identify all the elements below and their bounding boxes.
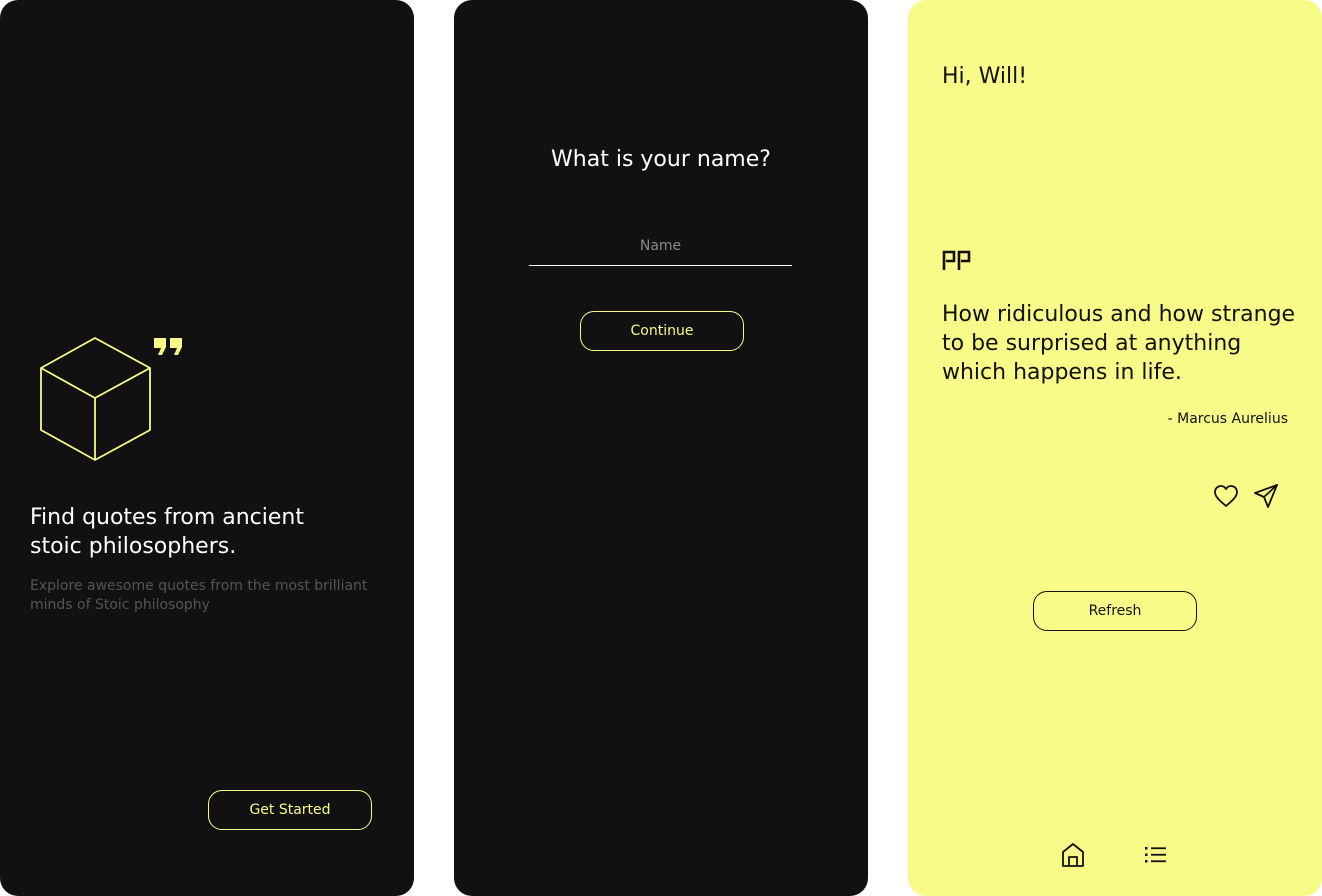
nav-home-button[interactable] [1059,841,1087,869]
continue-button[interactable]: Continue [580,311,744,351]
nav-list-button[interactable] [1142,841,1170,869]
quote-author: - Marcus Aurelius [1167,411,1288,427]
onboarding-screen: Find quotes from ancient stoic philosoph… [0,0,414,896]
onboarding-title: Find quotes from ancient stoic philosoph… [30,505,304,559]
get-started-button[interactable]: Get Started [208,790,372,830]
heart-icon [1214,485,1238,507]
home-screen: Hi, Will! How ridiculous and how strange… [908,0,1322,896]
name-screen-title: What is your name? [551,147,771,172]
cube-illustration [36,330,196,474]
home-icon [1062,843,1084,867]
list-icon [1145,847,1166,863]
send-icon [1254,484,1278,508]
cube-icon [40,337,182,461]
like-button[interactable] [1212,482,1240,510]
name-input[interactable] [529,226,792,266]
refresh-button[interactable]: Refresh [1033,591,1197,631]
share-button[interactable] [1252,482,1280,510]
quote-mark-icon [942,250,972,276]
quote-text: How ridiculous and how strange to be sur… [942,302,1296,385]
quote-mark-icon [154,338,182,355]
name-screen: What is your name? Continue [454,0,868,896]
greeting: Hi, Will! [942,64,1028,89]
onboarding-subtitle: Explore awesome quotes from the most bri… [30,578,368,613]
